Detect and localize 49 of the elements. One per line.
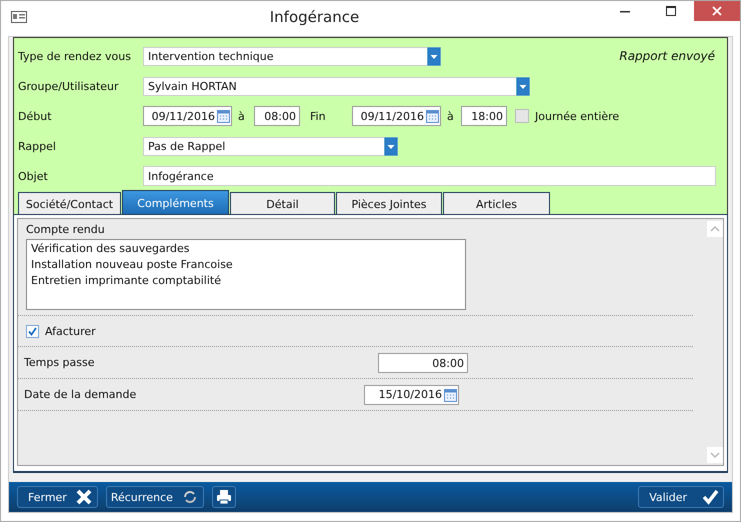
- dropdown[interactable]: Pas de Rappel: [143, 136, 398, 156]
- checkbox-label: Journée entière: [535, 110, 620, 122]
- status-text: Rapport envoyé: [619, 49, 715, 63]
- checkbox[interactable]: [515, 109, 529, 123]
- close-icon[interactable]: [74, 488, 93, 506]
- dropdown-arrow-icon[interactable]: [384, 136, 398, 156]
- field-label: Compte rendu: [26, 223, 105, 236]
- tab[interactable]: Détail: [230, 192, 335, 214]
- at-label: à: [237, 110, 246, 122]
- close-icon[interactable]: [694, 1, 740, 21]
- date-field[interactable]: 09/11/2016: [352, 106, 441, 126]
- field-label: Rappel: [18, 140, 57, 152]
- field-label: Fin: [309, 110, 327, 122]
- text-line: Entretien imprimante comptabilité: [31, 273, 222, 289]
- tab[interactable]: Pièces Jointes: [336, 192, 442, 214]
- window-title: Infogérance: [268, 8, 360, 26]
- action-button[interactable]: Valider: [638, 486, 724, 508]
- field-label: Date de la demande: [24, 388, 138, 401]
- window-icon: [11, 10, 27, 22]
- time-field[interactable]: 08:00: [378, 352, 468, 372]
- calendar-icon[interactable]: [444, 388, 457, 402]
- text-line: Installation nouveau poste Francoise: [31, 257, 234, 273]
- tab[interactable]: Société/Contact: [18, 192, 121, 214]
- calendar-icon[interactable]: [217, 109, 230, 123]
- dropdown-arrow-icon[interactable]: [516, 76, 530, 96]
- dropdown[interactable]: Sylvain HORTAN: [143, 76, 530, 96]
- field-label: Groupe/Utilisateur: [18, 80, 120, 92]
- calendar-icon[interactable]: [426, 109, 439, 123]
- checkbox[interactable]: [26, 324, 39, 338]
- time-field[interactable]: 18:00: [461, 106, 507, 126]
- text-area[interactable]: Vérification des sauvegardes Installation nouveau poste Francoise Entretien imprimante comptabilité: [26, 239, 466, 310]
- dropdown[interactable]: Intervention technique: [143, 46, 441, 66]
- checkbox-label: Afacturer: [45, 324, 96, 338]
- time-field[interactable]: 08:00: [254, 106, 300, 126]
- field-label: Début: [18, 110, 53, 122]
- field-label: Objet: [18, 170, 49, 182]
- dropdown-arrow-icon[interactable]: [427, 46, 441, 66]
- date-field[interactable]: 15/10/2016: [364, 384, 459, 404]
- text-field[interactable]: Infogérance: [143, 166, 716, 186]
- tab[interactable]: Compléments: [122, 190, 229, 214]
- tab[interactable]: Articles: [443, 192, 550, 214]
- action-button[interactable]: Fermer: [17, 486, 98, 508]
- text-line: Vérification des sauvegardes: [31, 241, 191, 257]
- at-label: à: [446, 110, 455, 122]
- field-label: Type de rendez vous: [18, 50, 132, 62]
- action-button[interactable]: Récurrence: [106, 486, 204, 508]
- field-label: Temps passe: [24, 356, 96, 369]
- date-field[interactable]: 09/11/2016: [143, 106, 232, 126]
- checkmark-icon[interactable]: [701, 488, 719, 506]
